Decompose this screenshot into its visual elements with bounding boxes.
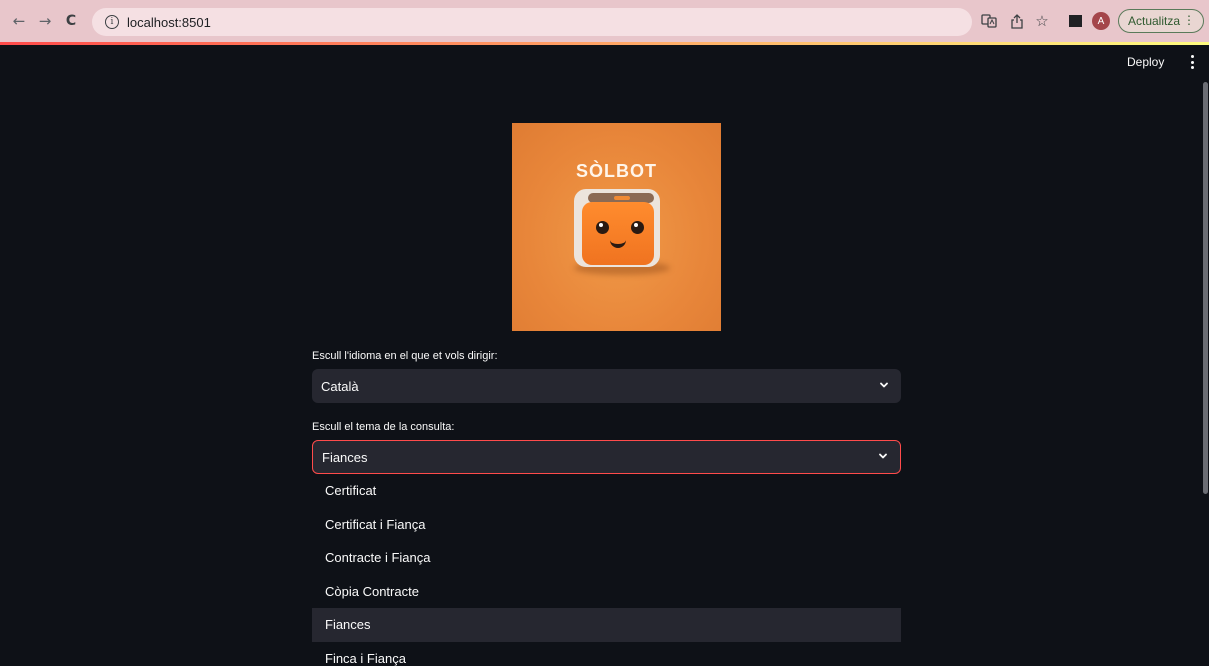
kebab-menu-icon[interactable]: ⋮ [1183,13,1195,27]
url-text: localhost:8501 [127,14,211,30]
browser-toolbar: ← → C i localhost:8501 ☆ A Actualitza ⋮ [0,0,1209,42]
solbot-logo-image: SÒLBOT [512,123,721,331]
info-icon[interactable]: i [105,15,119,29]
address-bar[interactable]: i localhost:8501 [92,8,972,36]
topic-select[interactable]: Fiances [312,440,901,474]
dropdown-option[interactable]: Còpia Contracte [312,575,901,609]
chevron-down-icon [879,453,887,459]
translate-icon[interactable] [980,12,998,30]
dropdown-option-selected[interactable]: Fiances [312,608,901,642]
chevron-down-icon [880,382,888,388]
language-select-label: Escull l'idioma en el que et vols dirigi… [312,350,498,362]
app-header: Deploy [0,45,1209,81]
share-icon[interactable] [1008,12,1026,30]
bookmark-star-icon[interactable]: ☆ [1033,12,1051,30]
topic-select-label: Escull el tema de la consulta: [312,421,455,433]
update-button-label: Actualitza [1128,14,1181,28]
deploy-button[interactable]: Deploy [1127,55,1164,69]
side-panel-icon[interactable] [1069,15,1082,27]
forward-arrow-icon[interactable]: → [36,12,54,30]
topic-dropdown-list: Certificat Certificat i Fiança Contracte… [312,474,901,666]
app-menu-icon[interactable] [1189,53,1195,71]
page-scrollbar[interactable] [1203,82,1208,494]
dropdown-option[interactable]: Contracte i Fiança [312,541,901,575]
language-select[interactable]: Català [312,369,901,403]
dropdown-option[interactable]: Certificat i Fiança [312,508,901,542]
topic-select-value: Fiances [322,449,368,465]
language-select-value: Català [321,378,359,394]
dropdown-option[interactable]: Certificat [312,474,901,508]
logo-wordmark: SÒLBOT [576,161,657,181]
dropdown-option[interactable]: Finca i Fiança [312,642,901,666]
back-arrow-icon[interactable]: ← [10,12,28,30]
profile-avatar[interactable]: A [1092,12,1110,30]
update-button[interactable]: Actualitza ⋮ [1118,9,1204,33]
reload-icon[interactable]: C [62,12,80,30]
